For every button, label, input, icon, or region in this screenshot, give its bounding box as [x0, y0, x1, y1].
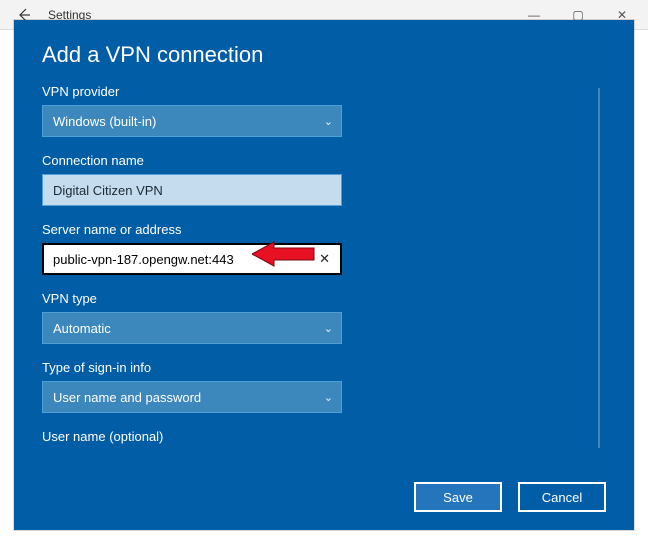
field-username: User name (optional): [42, 429, 606, 454]
dropdown-vpn-type[interactable]: Automatic ⌄: [42, 312, 342, 344]
field-server-address: Server name or address public-vpn-187.op…: [42, 222, 606, 275]
chevron-down-icon: ⌄: [324, 391, 333, 404]
field-signin-type: Type of sign-in info User name and passw…: [42, 360, 606, 413]
field-vpn-provider: VPN provider Windows (built-in) ⌄: [42, 84, 606, 137]
chevron-down-icon: ⌄: [324, 115, 333, 128]
label-connection-name: Connection name: [42, 153, 606, 168]
scrollbar[interactable]: [598, 88, 600, 448]
field-vpn-type: VPN type Automatic ⌄: [42, 291, 606, 344]
input-connection-name[interactable]: Digital Citizen VPN: [42, 174, 342, 206]
form-area: VPN provider Windows (built-in) ⌄ Connec…: [42, 84, 606, 454]
value-server-address: public-vpn-187.opengw.net:443: [53, 252, 234, 267]
value-signin-type: User name and password: [53, 390, 201, 405]
value-vpn-type: Automatic: [53, 321, 111, 336]
input-username[interactable]: [42, 450, 342, 454]
field-connection-name: Connection name Digital Citizen VPN: [42, 153, 606, 206]
dropdown-signin-type[interactable]: User name and password ⌄: [42, 381, 342, 413]
value-vpn-provider: Windows (built-in): [53, 114, 156, 129]
label-signin-type: Type of sign-in info: [42, 360, 606, 375]
input-server-address[interactable]: public-vpn-187.opengw.net:443 ✕: [42, 243, 342, 275]
label-vpn-type: VPN type: [42, 291, 606, 306]
label-username: User name (optional): [42, 429, 606, 444]
dialog-heading: Add a VPN connection: [42, 42, 606, 68]
value-connection-name: Digital Citizen VPN: [53, 183, 163, 198]
dropdown-vpn-provider[interactable]: Windows (built-in) ⌄: [42, 105, 342, 137]
label-vpn-provider: VPN provider: [42, 84, 606, 99]
clear-icon[interactable]: ✕: [315, 251, 334, 267]
chevron-down-icon: ⌄: [324, 322, 333, 335]
cancel-button[interactable]: Cancel: [518, 482, 606, 512]
save-button[interactable]: Save: [414, 482, 502, 512]
vpn-dialog: Add a VPN connection VPN provider Window…: [14, 20, 634, 530]
label-server-address: Server name or address: [42, 222, 606, 237]
dialog-buttons: Save Cancel: [414, 482, 606, 512]
